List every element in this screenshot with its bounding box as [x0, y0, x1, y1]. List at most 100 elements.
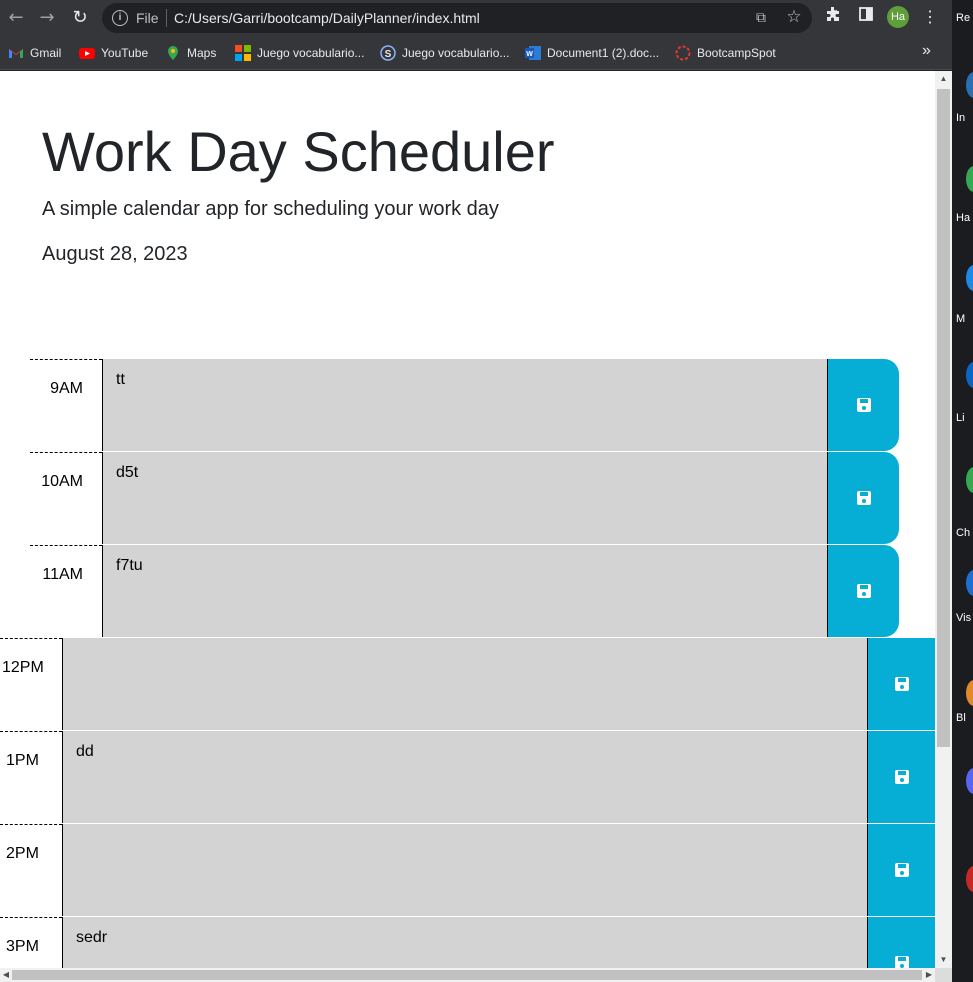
hour-label: 10AM — [30, 452, 102, 544]
address-separator — [166, 9, 167, 27]
save-icon — [856, 398, 871, 412]
save-button[interactable] — [867, 638, 935, 730]
time-block-description[interactable]: dd — [62, 731, 867, 823]
time-block-description[interactable]: d5t — [102, 452, 827, 544]
page-title: Work Day Scheduler — [42, 120, 555, 183]
save-button[interactable] — [867, 824, 935, 916]
word-icon: W — [525, 45, 541, 61]
forward-icon[interactable]: → — [35, 6, 59, 30]
hour-label: 12PM — [0, 638, 62, 730]
bookmark-label: Gmail — [30, 46, 62, 60]
horizontal-scrollbar[interactable]: ◀ ▶ — [0, 968, 935, 982]
scroll-left-icon[interactable]: ◀ — [0, 968, 12, 982]
bookmark-label: YouTube — [101, 46, 149, 60]
desktop-icon-label: In — [956, 112, 966, 124]
scroll-right-icon[interactable]: ▶ — [923, 968, 935, 982]
time-block-description[interactable]: f7tu — [102, 545, 827, 637]
vertical-scroll-thumb[interactable] — [937, 89, 950, 747]
time-block-row: 12PM — [0, 638, 935, 731]
gmail-icon — [8, 45, 24, 61]
more-bookmarks-icon[interactable]: » — [922, 42, 931, 60]
vertical-scrollbar[interactable]: ▲ ▼ — [935, 71, 952, 968]
desktop-app-icon[interactable] — [966, 768, 973, 794]
svg-text:W: W — [526, 51, 533, 58]
hour-label: 9AM — [30, 359, 102, 451]
page-lead: A simple calendar app for scheduling you… — [42, 198, 499, 220]
desktop-icon-label: Vis — [956, 612, 972, 624]
page-viewport: Work Day Scheduler A simple calendar app… — [0, 71, 952, 982]
browser-toolbar: ← → ↻ i File C:/Users/Garri/bootcamp/Dai… — [0, 0, 952, 36]
scrollbar-corner — [935, 968, 952, 982]
back-icon[interactable]: ← — [4, 6, 28, 30]
bookmark-star-icon[interactable]: ☆ — [784, 7, 804, 27]
time-block-row: 2PM — [0, 824, 935, 917]
extensions-icon[interactable] — [821, 6, 845, 30]
s-icon: S — [380, 45, 396, 61]
time-block-description[interactable]: tt — [102, 359, 827, 451]
maps-icon — [165, 45, 181, 61]
menu-kebab-icon[interactable]: ⋮ — [918, 6, 942, 30]
bootcampspot-icon — [675, 45, 691, 61]
desktop-icon-label: Bl — [956, 712, 966, 724]
desktop-icon-label: Ch — [956, 527, 971, 539]
desktop-app-icon[interactable] — [966, 680, 973, 706]
hour-label: 11AM — [30, 545, 102, 637]
desktop-app-icon[interactable] — [966, 265, 973, 291]
bookmark-juego-vocabulario-1[interactable]: Juego vocabulario... — [235, 44, 364, 62]
bookmark-maps[interactable]: Maps — [165, 44, 216, 62]
current-day: August 28, 2023 — [42, 243, 188, 265]
bookmark-gmail[interactable]: Gmail — [8, 44, 61, 62]
chrome-icon[interactable] — [966, 166, 973, 192]
vscode-icon[interactable] — [966, 570, 973, 596]
bookmark-document1[interactable]: W Document1 (2).doc... — [525, 44, 659, 62]
bookmark-label: Juego vocabulario... — [257, 46, 365, 60]
save-icon — [894, 677, 909, 691]
side-panel-icon[interactable] — [854, 6, 878, 30]
bookmark-label: Maps — [187, 46, 217, 60]
bookmark-juego-vocabulario-2[interactable]: S Juego vocabulario... — [380, 44, 509, 62]
bookmark-label: BootcampSpot — [697, 46, 776, 60]
save-icon — [856, 584, 871, 598]
save-button[interactable] — [827, 545, 899, 637]
desktop-icon-label: Re — [956, 12, 971, 24]
save-icon — [856, 491, 871, 505]
url-scheme: File — [136, 10, 159, 26]
desktop-app-icon[interactable] — [966, 866, 973, 892]
svg-text:S: S — [385, 49, 392, 60]
bookmark-youtube[interactable]: YouTube — [79, 44, 148, 62]
time-block-row: 10AM d5t — [30, 452, 899, 545]
hour-label: 2PM — [0, 824, 62, 916]
save-icon — [894, 863, 909, 877]
url-text[interactable]: C:/Users/Garri/bootcamp/DailyPlanner/ind… — [174, 10, 480, 26]
time-block-row: 9AM tt — [30, 359, 899, 452]
time-block-description[interactable] — [62, 638, 867, 730]
site-info-icon[interactable]: i — [112, 10, 128, 26]
time-block-row: 1PM dd — [0, 731, 935, 824]
save-icon — [894, 770, 909, 784]
horizontal-scroll-thumb[interactable] — [12, 970, 922, 980]
time-block-row: 11AM f7tu — [30, 545, 899, 638]
save-button[interactable] — [827, 359, 899, 451]
desktop-background: Re In Ha M Li Ch Vis Bl — [952, 0, 973, 982]
address-bar[interactable]: i File C:/Users/Garri/bootcamp/DailyPlan… — [102, 3, 812, 33]
save-button[interactable] — [827, 452, 899, 544]
share-icon[interactable]: ⧉ — [752, 9, 770, 27]
hour-label: 1PM — [0, 731, 62, 823]
scroll-down-icon[interactable]: ▼ — [935, 952, 952, 968]
save-button[interactable] — [867, 731, 935, 823]
youtube-icon — [79, 45, 95, 61]
desktop-app-icon[interactable] — [966, 72, 973, 98]
chrome-icon[interactable] — [966, 467, 973, 493]
desktop-icon-label: Li — [956, 412, 965, 424]
scroll-up-icon[interactable]: ▲ — [935, 71, 952, 87]
desktop-icon-label: M — [956, 313, 966, 325]
time-block-description[interactable] — [62, 824, 867, 916]
reload-icon[interactable]: ↻ — [68, 6, 92, 30]
bookmarks-bar: Gmail YouTube Maps Juego vocabulario... … — [0, 36, 952, 70]
bookmark-label: Document1 (2).doc... — [547, 46, 660, 60]
bookmark-bootcampspot[interactable]: BootcampSpot — [675, 44, 776, 62]
desktop-icon-label: Ha — [956, 212, 971, 224]
bookmark-label: Juego vocabulario... — [402, 46, 510, 60]
desktop-app-icon[interactable] — [966, 362, 973, 388]
profile-avatar[interactable]: Ha — [887, 6, 909, 28]
